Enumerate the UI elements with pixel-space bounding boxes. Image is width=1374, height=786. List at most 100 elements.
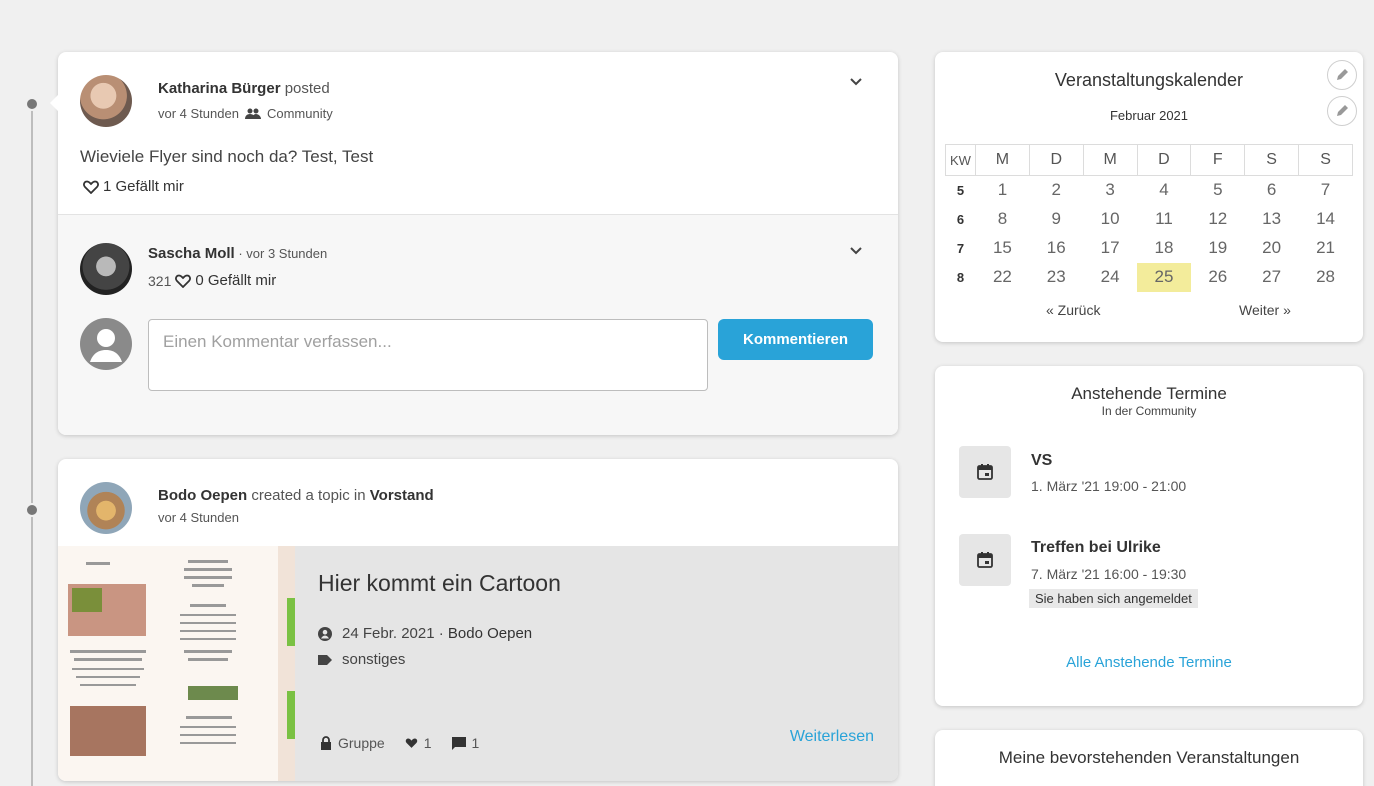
post-body: Wieviele Flyer sind noch da? Test, Test bbox=[80, 147, 374, 166]
week-number: 6 bbox=[956, 211, 965, 227]
weekday-header: S bbox=[1244, 144, 1300, 176]
topic-footer: Gruppe 1 1 bbox=[320, 735, 479, 751]
post-time[interactable]: vor 4 Stunden bbox=[158, 106, 239, 121]
weekday-header: M bbox=[1082, 144, 1138, 176]
visibility-label: Gruppe bbox=[338, 735, 385, 751]
calendar-next-link[interactable]: Weiter » bbox=[1239, 302, 1291, 318]
comment-input[interactable] bbox=[148, 319, 708, 391]
all-events-link[interactable]: Alle Anstehende Termine bbox=[935, 654, 1363, 671]
comment-likes: 321 0 Gefällt mir bbox=[148, 272, 276, 289]
calendar-day[interactable]: 2 bbox=[1029, 176, 1083, 205]
avatar[interactable] bbox=[80, 243, 132, 295]
calendar-day[interactable]: 22 bbox=[976, 263, 1030, 292]
topic-date: 24 Febr. 2021 · bbox=[342, 625, 444, 642]
comment-time[interactable]: · vor 3 Stunden bbox=[238, 246, 327, 261]
calendar-day[interactable]: 1 bbox=[976, 176, 1030, 205]
read-more-link[interactable]: Weiterlesen bbox=[790, 728, 874, 746]
post-meta: vor 4 Stunden bbox=[158, 510, 239, 525]
author-name[interactable]: Katharina Bürger bbox=[158, 80, 281, 97]
weekday-header: D bbox=[1136, 144, 1192, 176]
timeline-dot bbox=[25, 97, 39, 111]
group-link[interactable]: Vorstand bbox=[370, 487, 434, 504]
timeline-dot bbox=[25, 503, 39, 517]
week-number: 7 bbox=[956, 240, 965, 256]
calendar-day[interactable]: 24 bbox=[1083, 263, 1137, 292]
pencil-icon bbox=[1337, 69, 1348, 80]
calendar-day[interactable]: 28 bbox=[1299, 263, 1353, 292]
calendar-prev-link[interactable]: « Zurück bbox=[1046, 302, 1100, 318]
edit-button[interactable] bbox=[1327, 60, 1357, 90]
heart-icon[interactable] bbox=[175, 274, 192, 288]
like-button[interactable]: 1 Gefällt mir bbox=[83, 178, 184, 195]
calendar-day[interactable]: 9 bbox=[1029, 205, 1083, 234]
calendar-day[interactable]: 11 bbox=[1137, 205, 1191, 234]
calendar-grid: KW M D M D F S S 5 1 2 3 4 5 6 7 6 8 9 1… bbox=[945, 144, 1353, 292]
post-header: Bodo Oepen created a topic in Vorstand bbox=[158, 487, 434, 504]
heart-icon bbox=[405, 738, 417, 748]
calendar-day[interactable]: 14 bbox=[1299, 205, 1353, 234]
widget-subtitle: In der Community bbox=[1101, 404, 1197, 418]
calendar-icon bbox=[959, 446, 1011, 498]
event-title[interactable]: Treffen bei Ulrike bbox=[1031, 539, 1161, 557]
calendar-kw-header: KW bbox=[945, 144, 976, 176]
weekday-header: D bbox=[1028, 144, 1084, 176]
calendar-day[interactable]: 23 bbox=[1029, 263, 1083, 292]
comment-icon bbox=[451, 736, 466, 750]
calendar-day[interactable]: 6 bbox=[1245, 176, 1299, 205]
avatar[interactable] bbox=[80, 75, 132, 127]
calendar-day[interactable]: 7 bbox=[1299, 176, 1353, 205]
author-name[interactable]: Bodo Oepen bbox=[158, 487, 247, 504]
calendar-day[interactable]: 18 bbox=[1137, 234, 1191, 263]
lock-icon bbox=[321, 736, 331, 750]
topic-comment-count: 1 bbox=[471, 735, 480, 751]
topic-image[interactable] bbox=[58, 546, 295, 781]
calendar-day[interactable]: 12 bbox=[1191, 205, 1245, 234]
weekday-header: M bbox=[975, 144, 1030, 176]
topic-teaser[interactable]: Hier kommt ein Cartoon 24 Febr. 2021 · B… bbox=[58, 546, 898, 781]
topic-tag[interactable]: sonstiges bbox=[342, 651, 405, 668]
event-time: 1. März '21 19:00 - 21:00 bbox=[1031, 478, 1187, 494]
comment-section: Sascha Moll · vor 3 Stunden 321 0 Gefäll… bbox=[58, 214, 898, 435]
avatar[interactable] bbox=[80, 482, 132, 534]
topic-title[interactable]: Hier kommt ein Cartoon bbox=[318, 570, 561, 597]
calendar-day[interactable]: 20 bbox=[1245, 234, 1299, 263]
chevron-down-icon[interactable] bbox=[846, 72, 866, 92]
calendar-week-row: 7 15 16 17 18 19 20 21 bbox=[946, 234, 1353, 263]
calendar-day[interactable]: 5 bbox=[1191, 176, 1245, 205]
calendar-week-row: 6 8 9 10 11 12 13 14 bbox=[946, 205, 1353, 234]
heart-icon bbox=[83, 180, 99, 194]
chevron-down-icon[interactable] bbox=[846, 241, 866, 261]
activity-card-post: Katharina Bürger posted vor 4 Stunden Co… bbox=[50, 52, 898, 435]
comment-author[interactable]: Sascha Moll bbox=[148, 245, 235, 262]
my-events-widget: Meine bevorstehenden Veranstaltungen bbox=[935, 730, 1363, 786]
calendar-day[interactable]: 10 bbox=[1083, 205, 1137, 234]
calendar-week-row: 8 22 23 24 25 26 27 28 bbox=[946, 262, 1353, 292]
calendar-day[interactable]: 8 bbox=[976, 205, 1030, 234]
calendar-day[interactable]: 16 bbox=[1029, 234, 1083, 263]
calendar-day[interactable]: 19 bbox=[1191, 234, 1245, 263]
calendar-day[interactable]: 15 bbox=[976, 234, 1030, 263]
topic-meta-tag: sonstiges bbox=[318, 651, 405, 668]
calendar-day-today[interactable]: 25 bbox=[1137, 262, 1191, 292]
calendar-day[interactable]: 26 bbox=[1191, 263, 1245, 292]
post-action: created a topic in bbox=[251, 487, 366, 504]
calendar-icon bbox=[959, 534, 1011, 586]
widget-title: Meine bevorstehenden Veranstaltungen bbox=[998, 748, 1300, 767]
post-meta: vor 4 Stunden Community bbox=[158, 106, 333, 121]
event-time: 7. März '21 16:00 - 19:30 bbox=[1031, 566, 1187, 582]
topic-author[interactable]: Bodo Oepen bbox=[448, 625, 532, 642]
calendar-day[interactable]: 3 bbox=[1083, 176, 1137, 205]
calendar-day[interactable]: 21 bbox=[1299, 234, 1353, 263]
topic-like-count: 1 bbox=[423, 735, 432, 751]
calendar-day[interactable]: 13 bbox=[1245, 205, 1299, 234]
comment-like-count[interactable]: 0 Gefällt mir bbox=[195, 272, 276, 289]
calendar-day[interactable]: 17 bbox=[1083, 234, 1137, 263]
event-title[interactable]: VS bbox=[1031, 452, 1052, 470]
tag-icon bbox=[318, 654, 332, 665]
comment-submit-button[interactable]: Kommentieren bbox=[718, 319, 873, 360]
post-header: Katharina Bürger posted bbox=[158, 80, 330, 97]
post-time[interactable]: vor 4 Stunden bbox=[158, 510, 239, 525]
weekday-header: S bbox=[1298, 144, 1353, 176]
calendar-day[interactable]: 4 bbox=[1137, 176, 1191, 205]
calendar-day[interactable]: 27 bbox=[1245, 263, 1299, 292]
